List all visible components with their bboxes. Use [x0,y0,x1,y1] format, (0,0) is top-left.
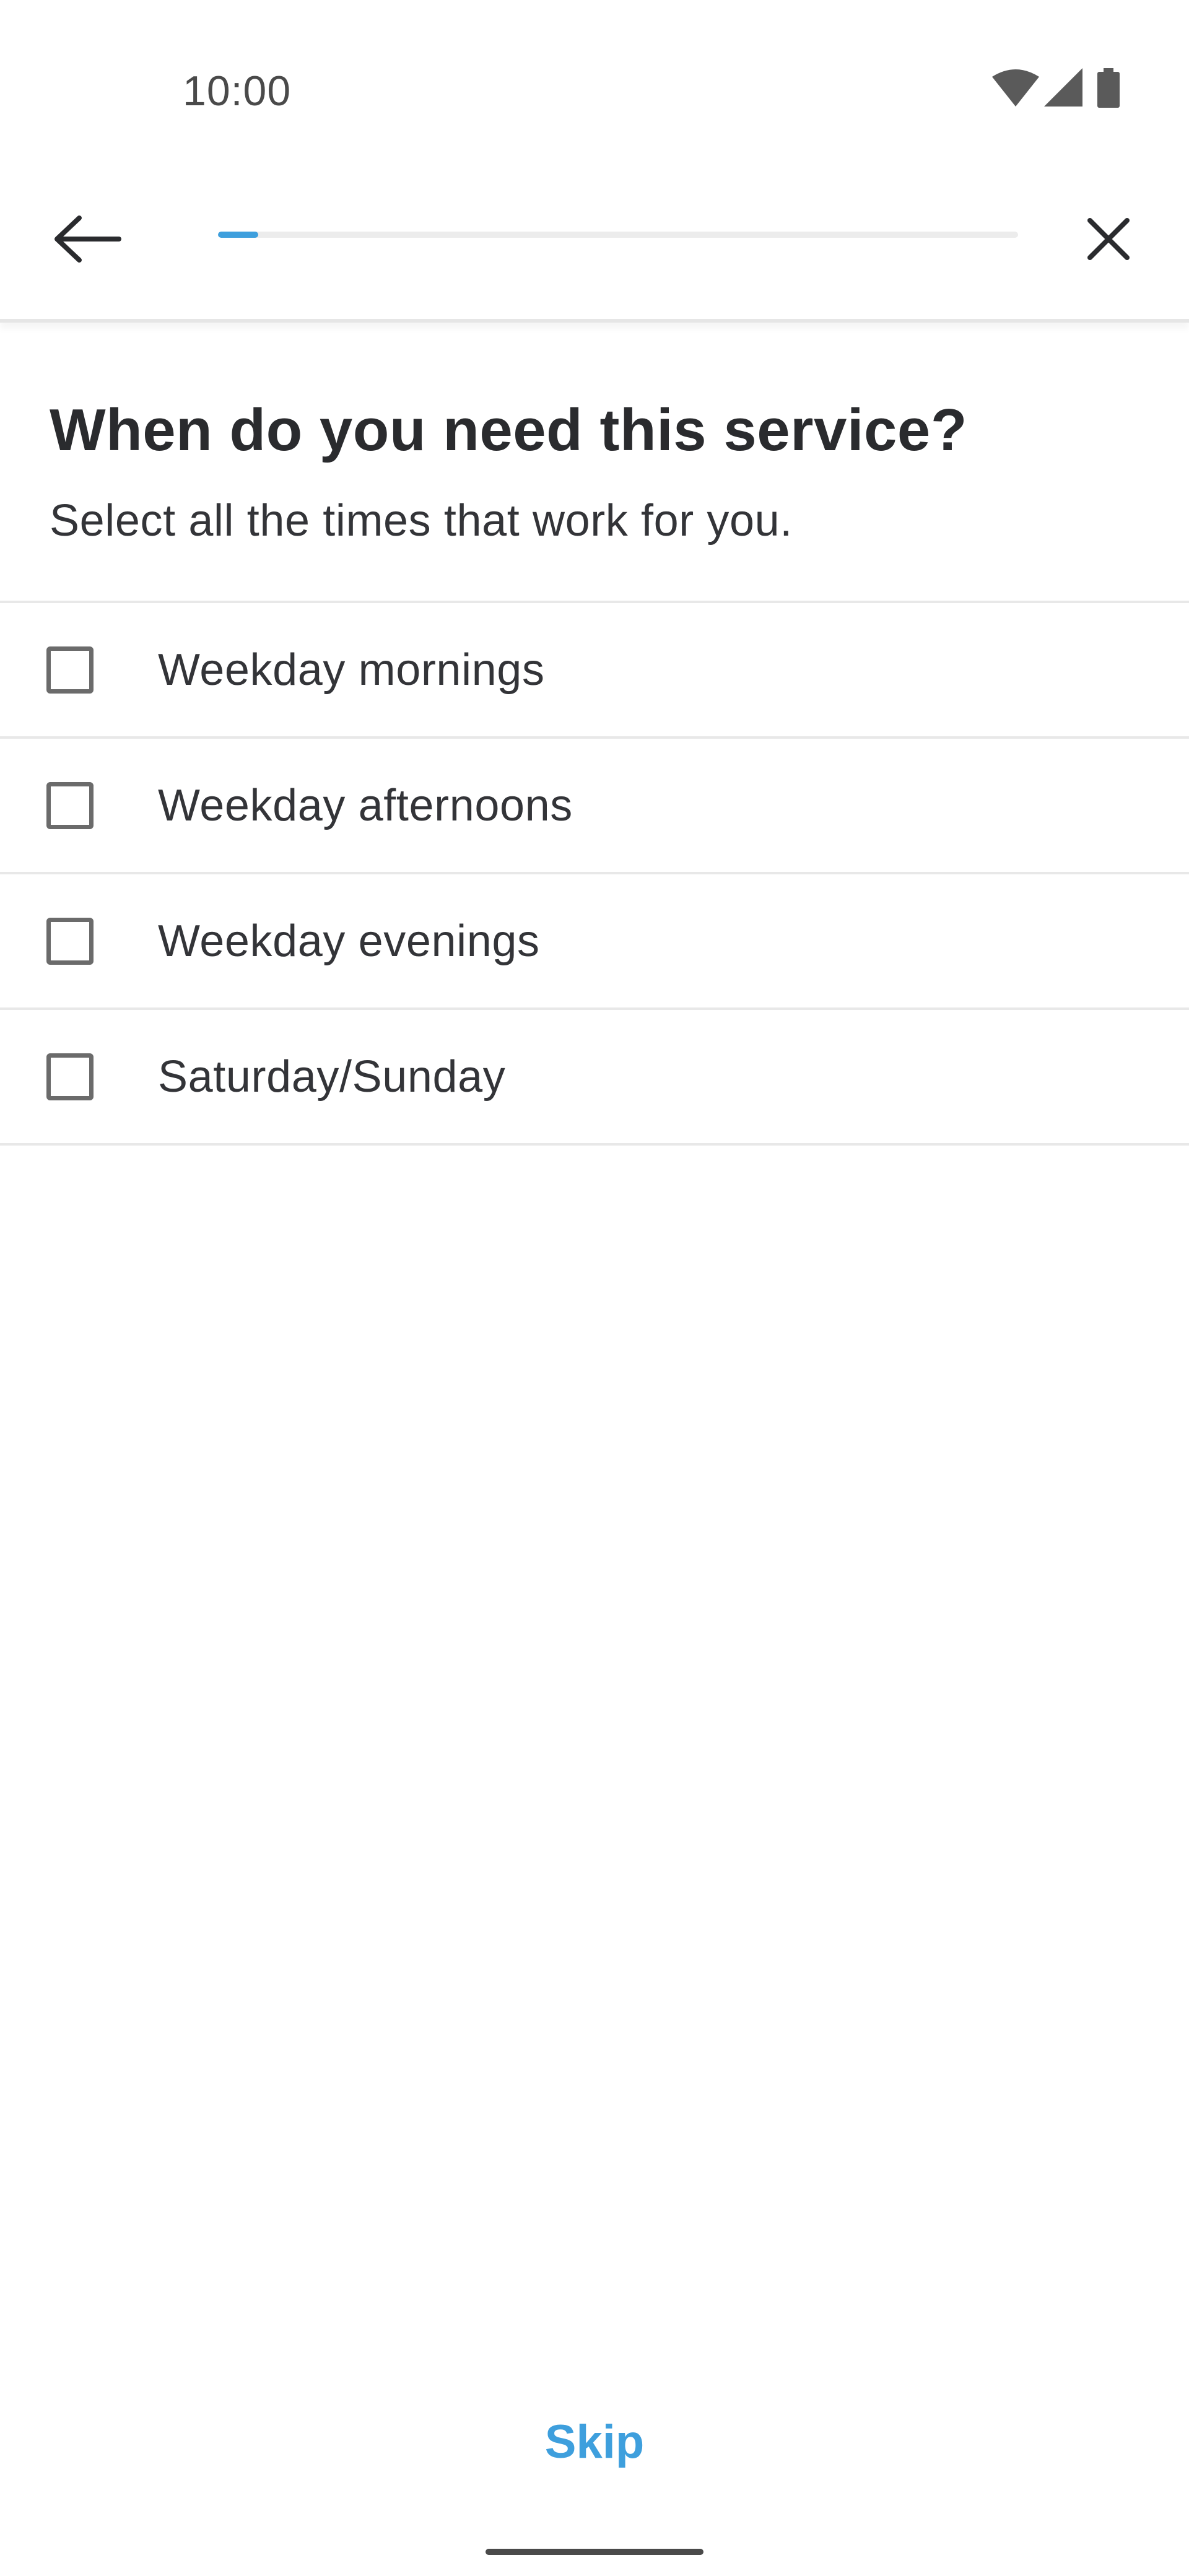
checkbox[interactable] [46,781,94,829]
close-button[interactable] [1065,196,1152,282]
time-options-list: Weekday mornings Weekday afternoons Week… [0,601,1189,1146]
progress-bar [218,232,1018,238]
arrow-left-icon [54,215,121,263]
option-saturday-sunday[interactable]: Saturday/Sunday [0,1010,1189,1146]
option-weekday-afternoons[interactable]: Weekday afternoons [0,739,1189,874]
battery-icon [1097,68,1120,108]
back-button[interactable] [43,196,130,282]
skip-button[interactable]: Skip [471,2415,718,2469]
option-label: Weekday afternoons [158,780,573,830]
checkbox[interactable] [46,917,94,965]
status-time: 10:00 [183,67,292,115]
progress-fill [218,232,258,238]
option-label: Weekday evenings [158,916,540,966]
question-title: When do you need this service? [50,397,967,463]
checkbox[interactable] [46,646,94,694]
status-bar: 10:00 [0,0,1189,142]
close-icon [1087,218,1130,260]
option-weekday-evenings[interactable]: Weekday evenings [0,874,1189,1010]
cellular-signal-icon [1044,68,1082,107]
app-bar [0,142,1189,323]
checkbox[interactable] [46,1053,94,1100]
wifi-icon [992,69,1039,107]
gesture-navigation-bar[interactable] [486,2549,703,2555]
question-subtitle: Select all the times that work for you. [50,496,793,546]
option-label: Saturday/Sunday [158,1051,506,1102]
option-weekday-mornings[interactable]: Weekday mornings [0,603,1189,739]
status-icons [992,68,1135,111]
option-label: Weekday mornings [158,645,545,695]
